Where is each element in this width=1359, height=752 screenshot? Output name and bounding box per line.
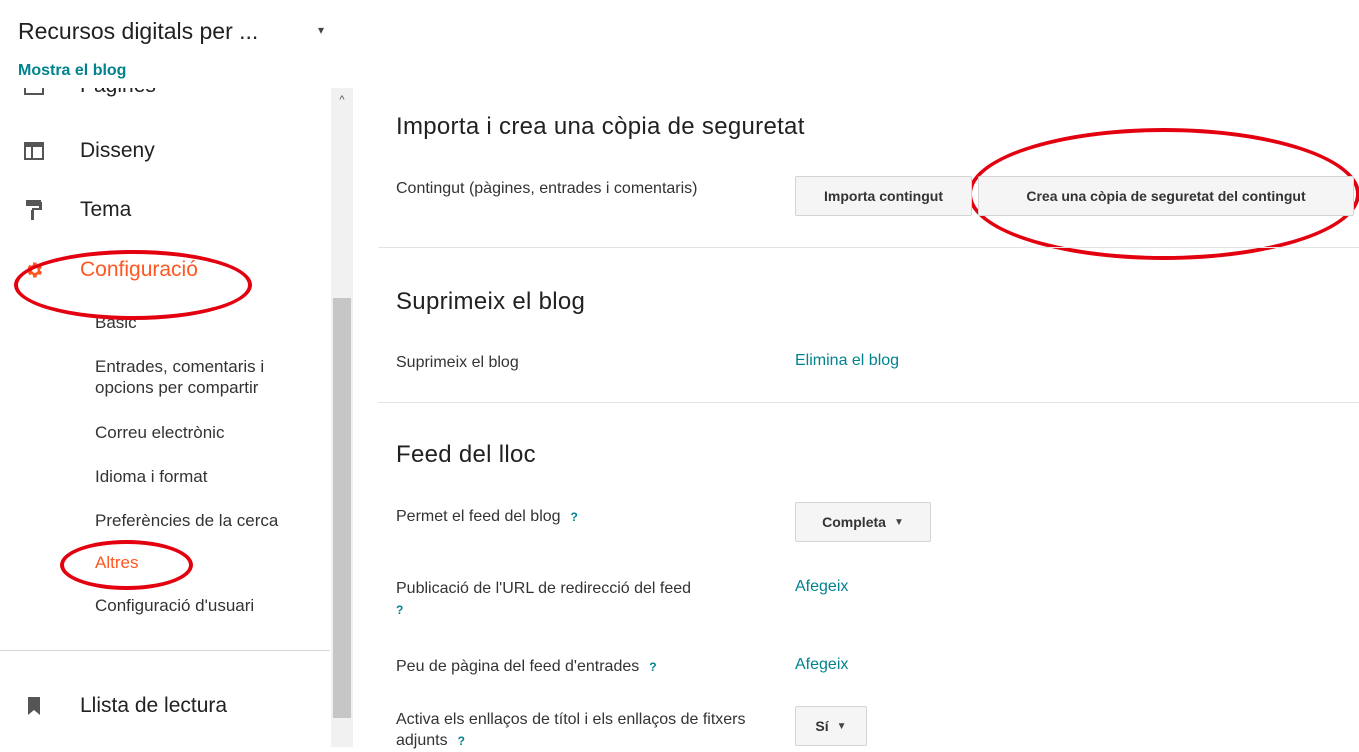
help-icon[interactable]: ? — [458, 731, 465, 752]
pages-icon — [24, 88, 44, 96]
settings-sub-other[interactable]: Altres — [95, 552, 138, 573]
view-blog-link[interactable]: Mostra el blog — [18, 62, 126, 80]
sidebar-nav: Pàgines Disseny Tema Co — [0, 88, 355, 747]
post-feed-footer-label-text: Peu de pàgina del feed d'entrades — [396, 658, 640, 675]
help-icon[interactable]: ? — [396, 600, 403, 621]
sidebar-item-pages[interactable]: Pàgines — [0, 88, 330, 106]
settings-sub-language-format[interactable]: Idioma i format — [95, 466, 207, 487]
settings-sub-email[interactable]: Correu electrònic — [95, 422, 224, 443]
title-links-dropdown[interactable]: Sí ▼ — [795, 706, 867, 746]
layout-icon — [24, 141, 44, 161]
post-feed-footer-label: Peu de pàgina del feed d'entrades? — [396, 656, 657, 678]
allow-feed-dropdown[interactable]: Completa ▼ — [795, 502, 931, 542]
title-links-value: Sí — [815, 718, 829, 734]
settings-sub-posts-comments-sharing[interactable]: Entrades, comentaris i opcions per compa… — [95, 356, 315, 398]
title-links-label: Activa els enllaços de títol i els enlla… — [396, 709, 776, 752]
blog-title[interactable]: Recursos digitals per ... — [18, 18, 258, 45]
section-title-feed: Feed del lloc — [396, 441, 536, 468]
sidebar-item-label: Disseny — [80, 139, 155, 162]
delete-blog-link[interactable]: Elimina el blog — [795, 352, 899, 370]
content-label: Contingut (pàgines, entrades i comentari… — [396, 180, 698, 197]
sidebar-item-label: Tema — [80, 198, 132, 221]
sidebar-item-theme[interactable]: Tema — [0, 190, 330, 230]
sidebar-item-reading-list[interactable]: Llista de lectura — [0, 686, 330, 726]
scrollbar-thumb[interactable] — [333, 298, 351, 718]
section-title-delete: Suprimeix el blog — [396, 288, 586, 315]
add-redirect-url-link[interactable]: Afegeix — [795, 578, 848, 596]
title-links-label-text: Activa els enllaços de títol i els enlla… — [396, 711, 746, 749]
redirect-url-label: Publicació de l'URL de redirecció del fe… — [396, 578, 766, 621]
add-feed-footer-link[interactable]: Afegeix — [795, 656, 848, 674]
allow-feed-label: Permet el feed del blog? — [396, 506, 578, 528]
sidebar-item-settings[interactable]: Configuració — [0, 250, 330, 290]
section-divider — [378, 402, 1359, 403]
delete-blog-label: Suprimeix el blog — [396, 354, 519, 371]
settings-sub-user-settings[interactable]: Configuració d'usuari — [95, 595, 254, 616]
settings-sub-search-preferences[interactable]: Preferències de la cerca — [95, 510, 278, 531]
section-title-import: Importa i crea una còpia de seguretat — [396, 113, 805, 140]
help-icon[interactable]: ? — [571, 507, 578, 528]
chevron-down-icon: ▼ — [836, 720, 847, 732]
sidebar-item-label: Pàgines — [80, 88, 156, 98]
chevron-down-icon: ▼ — [893, 516, 904, 528]
section-divider — [378, 247, 1359, 248]
paint-roller-icon — [24, 200, 44, 220]
help-icon[interactable]: ? — [649, 657, 656, 678]
redirect-url-label-text: Publicació de l'URL de redirecció del fe… — [396, 580, 692, 597]
scroll-up-arrow-icon[interactable]: ^ — [331, 94, 353, 112]
backup-content-button[interactable]: Crea una còpia de seguretat del contingu… — [978, 176, 1354, 216]
settings-sub-basic[interactable]: Bàsic — [95, 312, 137, 333]
sidebar-divider — [0, 650, 330, 651]
sidebar-item-label: Configuració — [80, 258, 198, 281]
allow-feed-label-text: Permet el feed del blog — [396, 508, 561, 525]
sidebar-item-layout[interactable]: Disseny — [0, 131, 330, 171]
bookmark-icon — [24, 696, 44, 716]
allow-feed-value: Completa — [822, 514, 886, 530]
gear-icon — [24, 260, 44, 280]
sidebar-item-label: Llista de lectura — [80, 694, 228, 717]
import-content-button[interactable]: Importa contingut — [795, 176, 972, 216]
blog-selector-dropdown-icon[interactable]: ▾ — [318, 23, 324, 37]
